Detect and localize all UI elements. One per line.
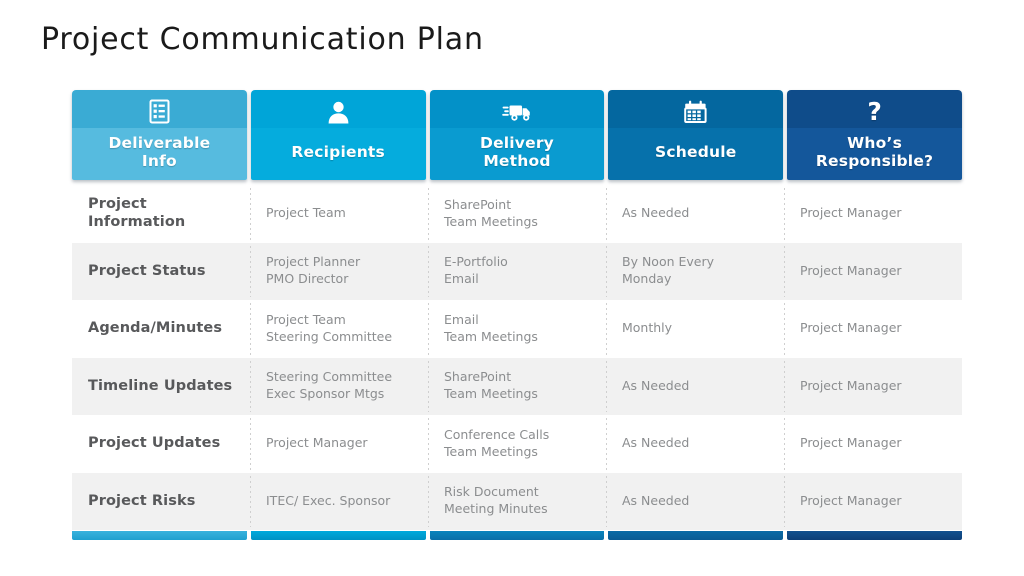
footer-accent-segment	[250, 531, 426, 540]
table-header-label: Schedule	[608, 128, 784, 180]
cell-delivery-method: Conference Calls Team Meetings	[428, 415, 606, 473]
table-header-label: Who’s Responsible?	[787, 128, 962, 180]
table-header-row: Deliverable Info Recipients Delivery Met…	[72, 90, 962, 180]
delivery-truck-icon	[429, 90, 605, 128]
table-row[interactable]: Project Risks ITEC/ Exec. Sponsor Risk D…	[72, 472, 962, 531]
cell-deliverable: Timeline Updates	[88, 377, 233, 394]
table-row[interactable]: Agenda/Minutes Project Team Steering Com…	[72, 300, 962, 358]
cell-responsible: Project Manager	[784, 358, 962, 416]
footer-accent-segment	[72, 531, 247, 540]
table-header-label: Deliverable Info	[72, 128, 247, 180]
cell-deliverable: Project Risks	[88, 492, 196, 509]
person-icon	[250, 90, 426, 128]
footer-accent-segment	[787, 531, 962, 540]
cell-responsible: Project Manager	[784, 300, 962, 358]
footer-accent-segment	[429, 531, 605, 540]
cell-deliverable: Project Information	[88, 196, 186, 230]
cell-delivery-method: E-Portfolio Email	[428, 243, 606, 301]
table-header-recipients[interactable]: Recipients	[250, 90, 426, 180]
cell-recipients: Project Team Steering Committee	[250, 300, 428, 358]
cell-deliverable: Project Updates	[88, 435, 221, 452]
cell-responsible: Project Manager	[784, 415, 962, 473]
footer-accent-segment	[608, 531, 784, 540]
table-body: Project Information Project Team SharePo…	[72, 185, 962, 530]
table-header-delivery-method[interactable]: Delivery Method	[429, 90, 605, 180]
cell-delivery-method: Email Team Meetings	[428, 300, 606, 358]
table-header-label: Recipients	[250, 128, 426, 180]
cell-delivery-method: SharePoint Team Meetings	[428, 358, 606, 416]
cell-recipients: ITEC/ Exec. Sponsor	[250, 473, 428, 531]
cell-deliverable: Agenda/Minutes	[88, 320, 223, 337]
cell-deliverable: Project Status	[88, 262, 206, 279]
cell-responsible: Project Manager	[784, 243, 962, 301]
cell-delivery-method: Risk Document Meeting Minutes	[428, 473, 606, 531]
cell-responsible: Project Manager	[784, 185, 962, 243]
cell-schedule: As Needed	[606, 358, 784, 416]
cell-delivery-method: SharePoint Team Meetings	[428, 185, 606, 243]
cell-recipients: Project Planner PMO Director	[250, 243, 428, 301]
cell-recipients: Steering Committee Exec Sponsor Mtgs	[250, 358, 428, 416]
cell-recipients: Project Team	[250, 185, 428, 243]
table-header-label: Delivery Method	[429, 128, 605, 180]
clipboard-list-icon	[72, 90, 247, 128]
page-title: Project Communication Plan	[41, 22, 484, 57]
table-row[interactable]: Project Status Project Planner PMO Direc…	[72, 242, 962, 301]
question-mark-icon: ?	[787, 90, 962, 128]
table-footer-accent-bar	[72, 531, 962, 540]
cell-schedule: Monthly	[606, 300, 784, 358]
calendar-icon	[608, 90, 784, 128]
cell-recipients: Project Manager	[250, 415, 428, 473]
cell-responsible: Project Manager	[784, 473, 962, 531]
table-header-whos-responsible[interactable]: ? Who’s Responsible?	[787, 90, 962, 180]
cell-schedule: As Needed	[606, 415, 784, 473]
table-row[interactable]: Project Information Project Team SharePo…	[72, 185, 962, 243]
cell-schedule: By Noon Every Monday	[606, 243, 784, 301]
table-header-schedule[interactable]: Schedule	[608, 90, 784, 180]
communication-plan-table: Deliverable Info Recipients Delivery Met…	[72, 90, 962, 540]
cell-schedule: As Needed	[606, 185, 784, 243]
table-row[interactable]: Timeline Updates Steering Committee Exec…	[72, 357, 962, 416]
table-header-deliverable-info[interactable]: Deliverable Info	[72, 90, 247, 180]
cell-schedule: As Needed	[606, 473, 784, 531]
table-row[interactable]: Project Updates Project Manager Conferen…	[72, 415, 962, 473]
